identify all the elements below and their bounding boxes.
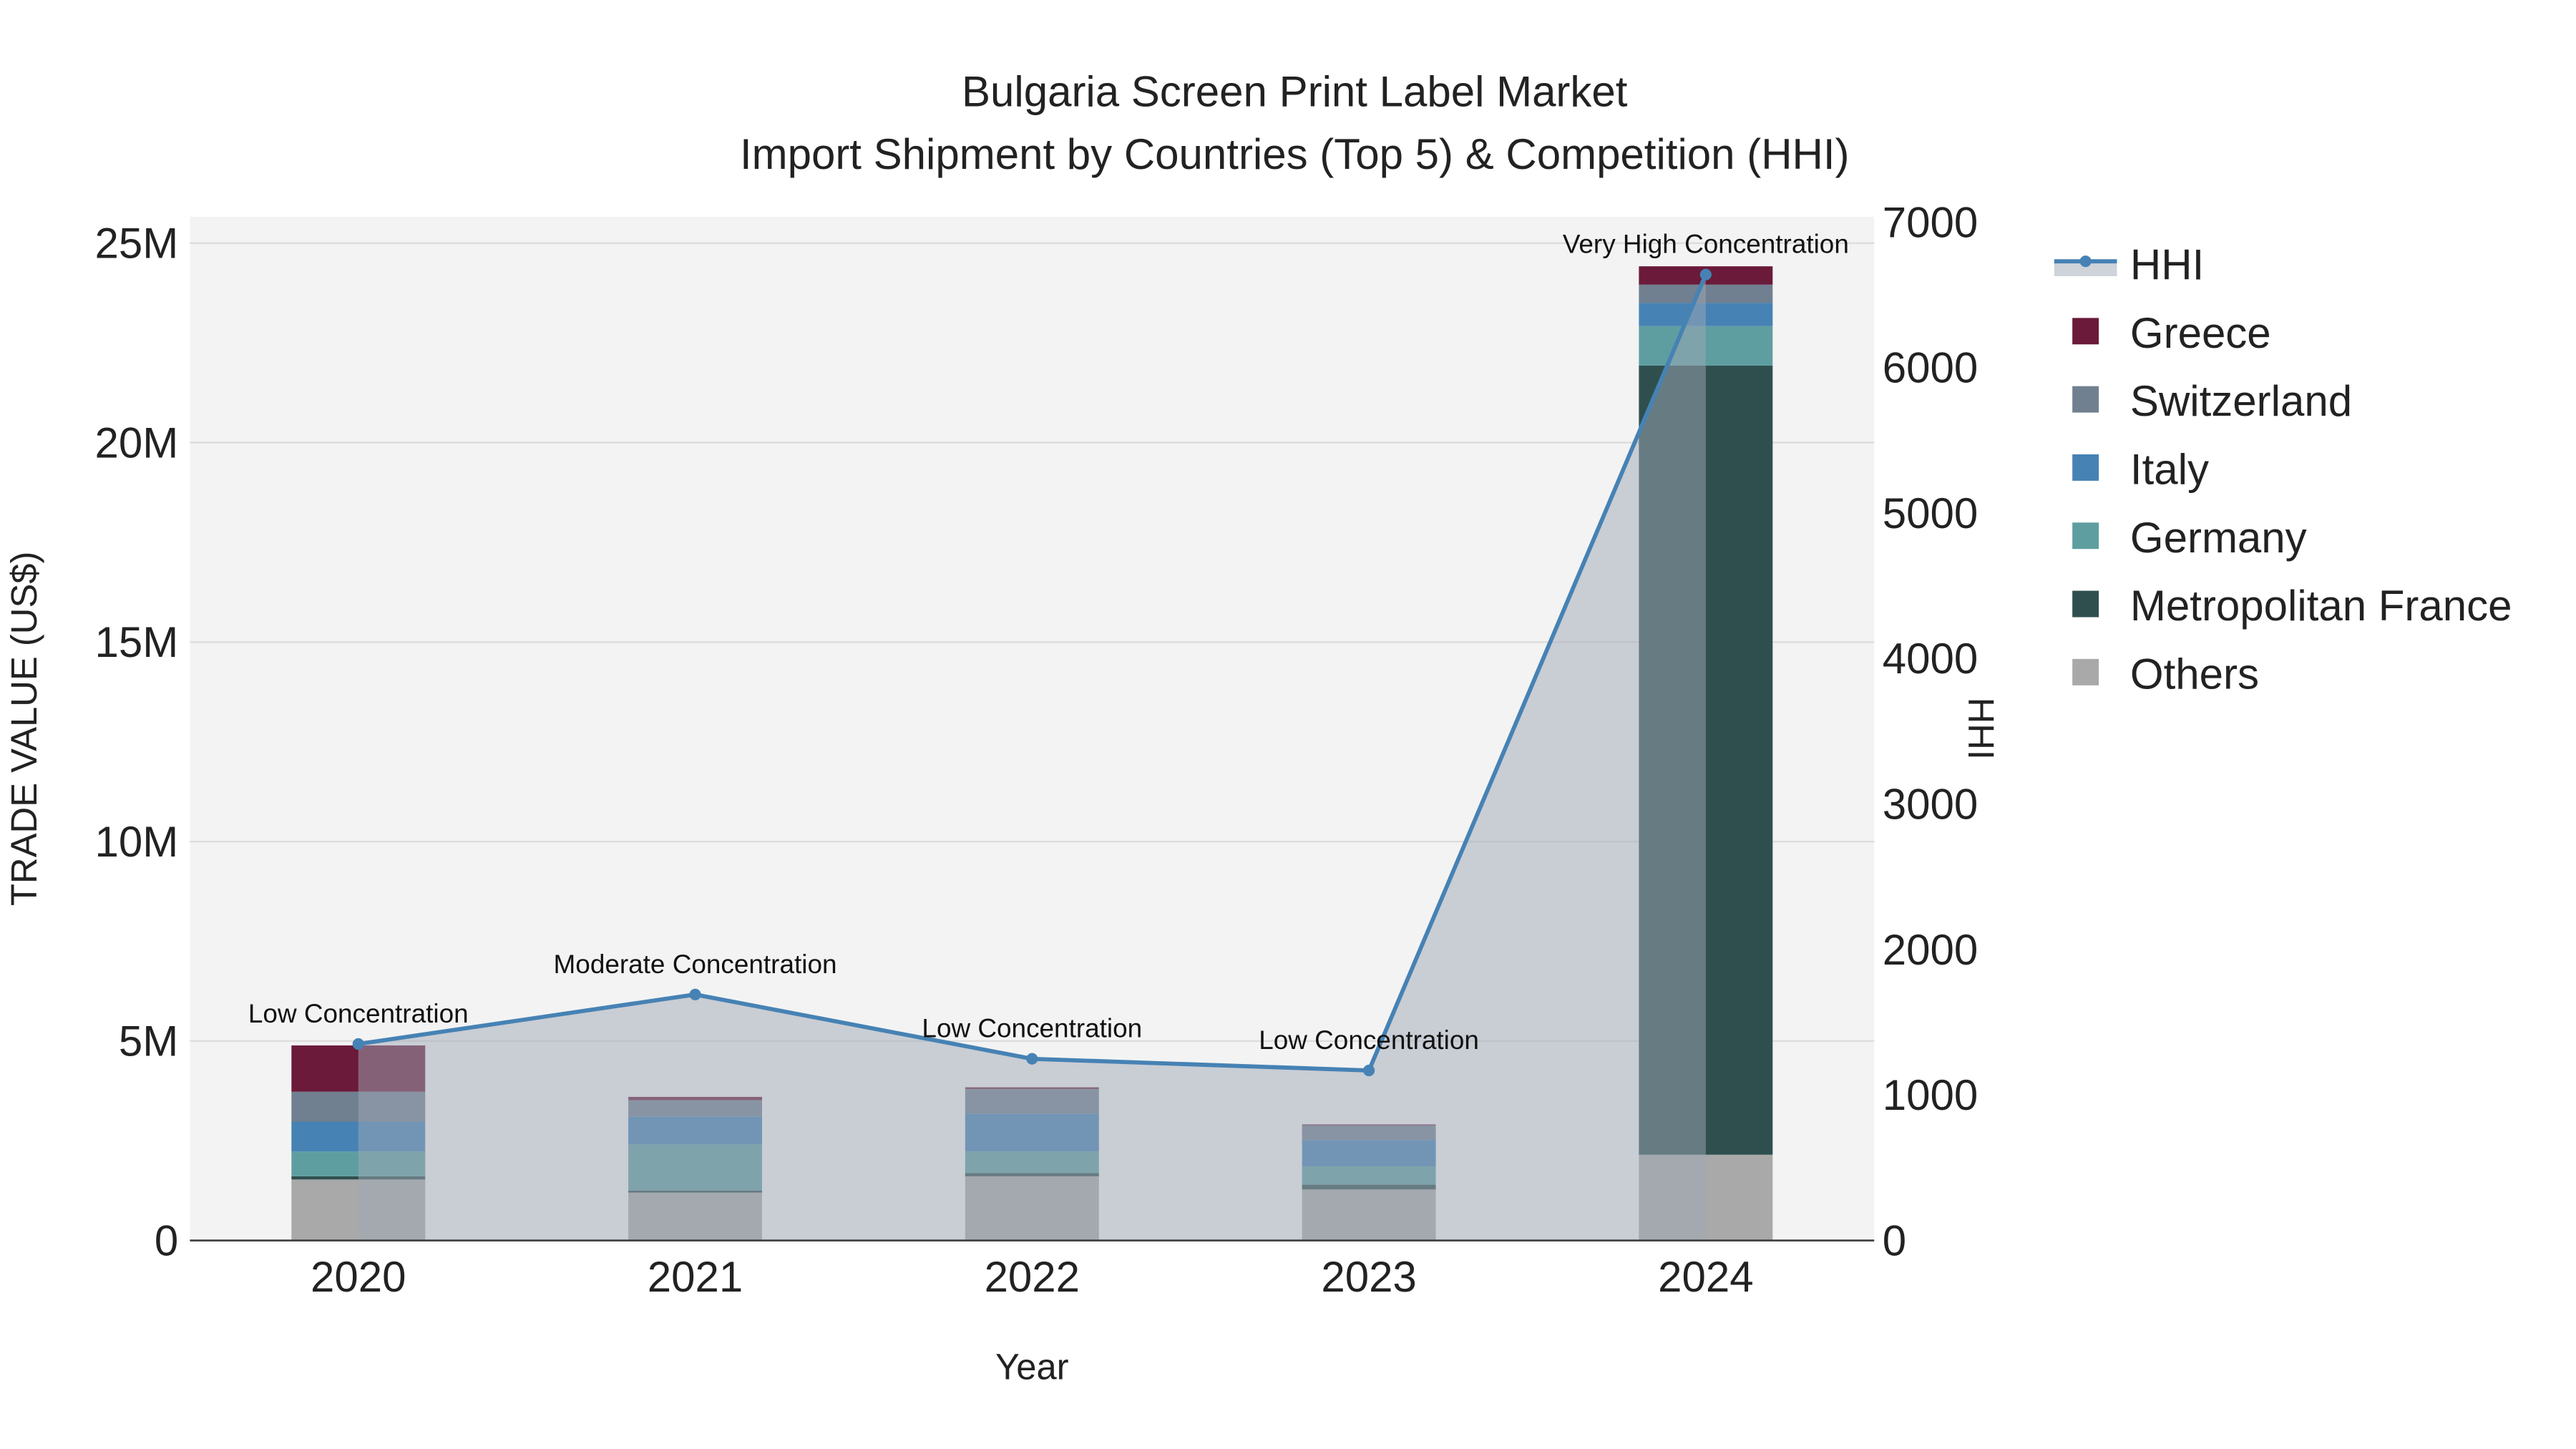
y-axis-label: TRADE VALUE (US$) — [4, 552, 44, 906]
x-tick-label: 2021 — [648, 1253, 743, 1301]
chart-subtitle: Import Shipment by Countries (Top 5) & C… — [740, 130, 1850, 178]
y2-tick-label: 4000 — [1883, 635, 1978, 683]
y2-tick-label: 2000 — [1883, 926, 1978, 974]
legend-swatch — [2072, 658, 2099, 686]
legend-item-germany[interactable]: Germany — [2072, 514, 2307, 562]
y2-axis-label: HHI — [1961, 698, 2001, 760]
y2-tick-label: 0 — [1883, 1216, 1906, 1264]
y2-tick-label: 1000 — [1883, 1071, 1978, 1119]
hhi-annotation: Low Concentration — [1259, 1025, 1479, 1055]
y2-tick-label: 5000 — [1883, 489, 1978, 537]
y2-tick-label: 7000 — [1883, 198, 1978, 246]
legend-label: Italy — [2130, 445, 2209, 493]
legend-swatch — [2072, 590, 2099, 618]
y-tick-label: 20M — [95, 419, 179, 467]
y-tick-label: 10M — [95, 818, 179, 866]
hhi-point-2022 — [1026, 1053, 1038, 1065]
chart-title: Bulgaria Screen Print Label Market — [962, 67, 1628, 115]
legend-swatch — [2072, 522, 2099, 550]
y2-tick-label: 6000 — [1883, 344, 1978, 392]
chart: Bulgaria Screen Print Label Market Impor… — [4, 67, 2512, 1387]
legend-item-switzerland[interactable]: Switzerland — [2072, 377, 2352, 425]
y2-tick-label: 3000 — [1883, 781, 1978, 829]
x-tick-label: 2024 — [1658, 1253, 1753, 1301]
hhi-annotation: Moderate Concentration — [554, 950, 837, 979]
y-tick-label: 15M — [95, 618, 179, 666]
y-tick-label: 0 — [155, 1216, 178, 1264]
legend-swatch — [2072, 386, 2099, 413]
legend-swatch — [2072, 454, 2099, 481]
hhi-point-2024 — [1699, 268, 1712, 280]
hhi-annotation: Low Concentration — [248, 999, 469, 1028]
x-axis-label: Year — [995, 1347, 1069, 1387]
legend-item-italy[interactable]: Italy — [2072, 445, 2209, 493]
legend-label: Others — [2130, 650, 2259, 698]
hhi-annotation: Very High Concentration — [1563, 230, 1849, 259]
legend-label: Switzerland — [2130, 377, 2352, 425]
hhi-point-2021 — [689, 988, 701, 1000]
y-tick-label: 5M — [119, 1018, 178, 1065]
legend-item-others[interactable]: Others — [2072, 650, 2259, 698]
legend-marker — [2079, 255, 2092, 268]
x-tick-label: 2020 — [311, 1253, 406, 1301]
legend-label: Germany — [2130, 514, 2307, 562]
legend-swatch — [2072, 318, 2099, 345]
x-tick-label: 2023 — [1321, 1253, 1416, 1301]
y-tick-label: 25M — [95, 220, 179, 268]
x-tick-label: 2022 — [985, 1253, 1080, 1301]
legend-label: Metropolitan France — [2130, 582, 2512, 630]
legend-item-metropolitan-france[interactable]: Metropolitan France — [2072, 582, 2512, 630]
hhi-point-2020 — [352, 1038, 364, 1050]
legend-item-hhi[interactable]: HHI — [2054, 241, 2204, 289]
legend-label: Greece — [2130, 309, 2271, 357]
hhi-annotation: Low Concentration — [922, 1014, 1142, 1043]
legend-label: HHI — [2130, 241, 2204, 289]
legend-item-greece[interactable]: Greece — [2072, 309, 2271, 357]
hhi-point-2023 — [1363, 1064, 1375, 1077]
